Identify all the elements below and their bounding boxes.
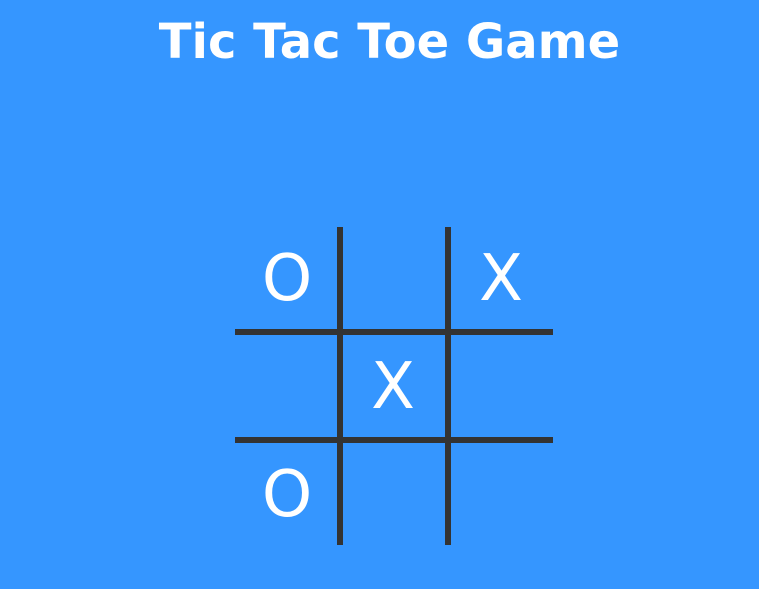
board-cell-bottom-right[interactable] <box>449 443 553 547</box>
board-cell-top-center[interactable] <box>341 227 445 331</box>
board-cell-middle-left[interactable] <box>235 335 339 439</box>
board-cell-bottom-left[interactable]: O <box>235 443 339 547</box>
board-cell-center[interactable]: X <box>341 335 445 439</box>
board-cell-top-right[interactable]: X <box>449 227 553 331</box>
tic-tac-toe-board: O X X O <box>235 227 553 545</box>
board-cell-top-left[interactable]: O <box>235 227 339 331</box>
board-cell-bottom-center[interactable] <box>341 443 445 547</box>
board-cell-middle-right[interactable] <box>449 335 553 439</box>
game-title: Tic Tac Toe Game <box>158 14 621 70</box>
